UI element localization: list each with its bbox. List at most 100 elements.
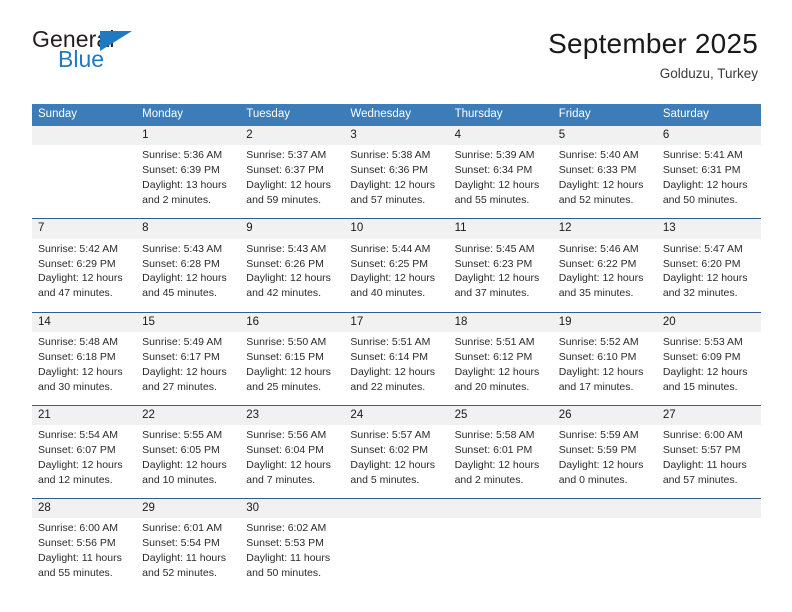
daylight-text-line1: Daylight: 12 hours [246,458,331,471]
day-cell[interactable]: Sunrise: 5:56 AM Sunset: 6:04 PM Dayligh… [240,425,345,499]
sunset-text: Sunset: 6:36 PM [350,164,429,177]
date-number[interactable]: 7 [32,218,137,239]
day-cell[interactable] [344,518,449,592]
date-number[interactable]: 16 [240,311,345,332]
sunrise-text: Sunrise: 5:45 AM [454,242,535,255]
daylight-text-line2: and 50 minutes. [662,194,738,207]
day-cell[interactable]: Sunrise: 5:37 AM Sunset: 6:37 PM Dayligh… [240,145,345,219]
day-cell[interactable]: Sunrise: 5:53 AM Sunset: 6:09 PM Dayligh… [656,331,761,406]
day-cell[interactable]: Sunrise: 5:59 AM Sunset: 5:59 PM Dayligh… [552,425,657,499]
date-number[interactable] [552,498,657,519]
day-cell[interactable]: Sunrise: 5:43 AM Sunset: 6:28 PM Dayligh… [136,238,241,313]
day-cell[interactable]: Sunrise: 5:36 AM Sunset: 6:39 PM Dayligh… [136,145,241,219]
day-cell[interactable] [552,518,657,592]
date-number[interactable]: 27 [656,404,761,426]
daylight-text-line1: Daylight: 12 hours [662,365,748,378]
sunset-text: Sunset: 6:26 PM [246,257,324,270]
day-cell[interactable]: Sunrise: 5:58 AM Sunset: 6:01 PM Dayligh… [448,425,553,499]
day-cell[interactable]: Sunrise: 5:50 AM Sunset: 6:15 PM Dayligh… [240,331,345,406]
date-number[interactable] [32,126,137,146]
daylight-text-line2: and 5 minutes. [350,473,420,486]
general-blue-logo[interactable]: General Blue [32,28,142,76]
sunset-text: Sunset: 6:05 PM [142,444,220,456]
day-cell[interactable] [32,145,137,219]
sunrise-text: Sunrise: 5:36 AM [142,149,223,162]
date-number[interactable] [344,498,449,519]
day-cell[interactable]: Sunrise: 5:51 AM Sunset: 6:12 PM Dayligh… [448,331,553,406]
day-cell[interactable]: Sunrise: 5:54 AM Sunset: 6:07 PM Dayligh… [32,425,137,499]
sunset-text: Sunset: 6:07 PM [38,444,116,456]
date-number[interactable]: 15 [136,311,241,332]
date-number[interactable]: 3 [344,126,449,146]
date-number[interactable]: 14 [32,311,137,332]
month-calendar: Sunday Monday Tuesday Wednesday Thursday… [32,104,761,592]
date-number[interactable]: 30 [240,498,345,519]
day-cell[interactable]: Sunrise: 5:41 AM Sunset: 6:31 PM Dayligh… [656,145,761,219]
sunrise-text: Sunrise: 5:43 AM [142,242,223,255]
date-number[interactable]: 9 [240,218,345,239]
date-number[interactable]: 24 [344,404,449,426]
date-number[interactable]: 11 [448,218,553,239]
date-number[interactable]: 6 [656,126,761,146]
week-detail-row: Sunrise: 5:54 AM Sunset: 6:07 PM Dayligh… [32,425,761,499]
day-cell[interactable]: Sunrise: 5:46 AM Sunset: 6:22 PM Dayligh… [552,238,657,313]
day-cell[interactable]: Sunrise: 6:02 AM Sunset: 5:53 PM Dayligh… [240,518,345,592]
sunset-text: Sunset: 6:04 PM [246,444,324,456]
day-cell[interactable]: Sunrise: 5:39 AM Sunset: 6:34 PM Dayligh… [448,145,553,219]
day-cell[interactable]: Sunrise: 5:43 AM Sunset: 6:26 PM Dayligh… [240,238,345,313]
day-cell[interactable]: Sunrise: 6:01 AM Sunset: 5:54 PM Dayligh… [136,518,241,592]
date-number[interactable]: 5 [552,126,657,146]
day-cell[interactable]: Sunrise: 5:51 AM Sunset: 6:14 PM Dayligh… [344,331,449,406]
date-number[interactable]: 10 [344,218,449,239]
date-number[interactable]: 13 [656,218,761,239]
date-number[interactable]: 29 [136,498,241,519]
daylight-text-line1: Daylight: 12 hours [558,365,644,378]
sunset-text: Sunset: 5:59 PM [558,444,637,456]
day-cell[interactable] [448,518,553,592]
daylight-text-line2: and 12 minutes. [38,473,113,486]
date-number[interactable]: 1 [136,126,241,146]
date-number-row: 7 8 9 10 11 12 13 [32,218,761,239]
date-number[interactable]: 28 [32,498,137,519]
date-number[interactable]: 4 [448,126,553,146]
day-cell[interactable]: Sunrise: 5:45 AM Sunset: 6:23 PM Dayligh… [448,238,553,313]
day-cell[interactable]: Sunrise: 5:57 AM Sunset: 6:02 PM Dayligh… [344,425,449,499]
day-cell[interactable]: Sunrise: 5:42 AM Sunset: 6:29 PM Dayligh… [32,238,137,313]
week-detail-row: Sunrise: 5:48 AM Sunset: 6:18 PM Dayligh… [32,331,761,406]
sunrise-text: Sunrise: 6:00 AM [662,429,743,442]
date-number[interactable]: 8 [136,218,241,239]
date-number[interactable] [656,498,761,519]
day-cell[interactable]: Sunrise: 5:49 AM Sunset: 6:17 PM Dayligh… [136,331,241,406]
day-cell[interactable]: Sunrise: 6:00 AM Sunset: 5:56 PM Dayligh… [32,518,137,592]
location-subtitle: Golduzu, Turkey [659,66,758,82]
date-number[interactable]: 19 [552,311,657,332]
date-number[interactable]: 25 [448,404,553,426]
date-number[interactable]: 2 [240,126,345,146]
daylight-text-line1: Daylight: 12 hours [350,365,436,378]
daylight-text-line1: Daylight: 12 hours [454,365,540,378]
day-cell[interactable]: Sunrise: 5:55 AM Sunset: 6:05 PM Dayligh… [136,425,241,499]
day-cell[interactable]: Sunrise: 5:48 AM Sunset: 6:18 PM Dayligh… [32,331,137,406]
date-number[interactable]: 23 [240,404,345,426]
sunrise-text: Sunrise: 5:58 AM [454,429,535,442]
sunrise-text: Sunrise: 5:46 AM [558,242,639,255]
day-cell[interactable]: Sunrise: 6:00 AM Sunset: 5:57 PM Dayligh… [656,425,761,499]
day-cell[interactable]: Sunrise: 5:40 AM Sunset: 6:33 PM Dayligh… [552,145,657,219]
day-cell[interactable]: Sunrise: 5:38 AM Sunset: 6:36 PM Dayligh… [344,145,449,219]
date-number[interactable]: 22 [136,404,241,426]
sunset-text: Sunset: 6:15 PM [246,350,324,363]
daylight-text-line2: and 59 minutes. [246,194,321,207]
date-number[interactable]: 17 [344,311,449,332]
day-cell[interactable]: Sunrise: 5:52 AM Sunset: 6:10 PM Dayligh… [552,331,657,406]
date-number[interactable]: 18 [448,311,553,332]
date-number[interactable]: 26 [552,404,657,426]
sunrise-text: Sunrise: 5:51 AM [454,335,535,348]
day-cell[interactable] [656,518,761,592]
day-cell[interactable]: Sunrise: 5:47 AM Sunset: 6:20 PM Dayligh… [656,238,761,313]
date-number[interactable]: 12 [552,218,657,239]
day-cell[interactable]: Sunrise: 5:44 AM Sunset: 6:25 PM Dayligh… [344,238,449,313]
date-number[interactable]: 20 [656,311,761,332]
date-number[interactable] [448,498,553,519]
date-number[interactable]: 21 [32,404,137,426]
daylight-text-line2: and 57 minutes. [662,473,738,486]
